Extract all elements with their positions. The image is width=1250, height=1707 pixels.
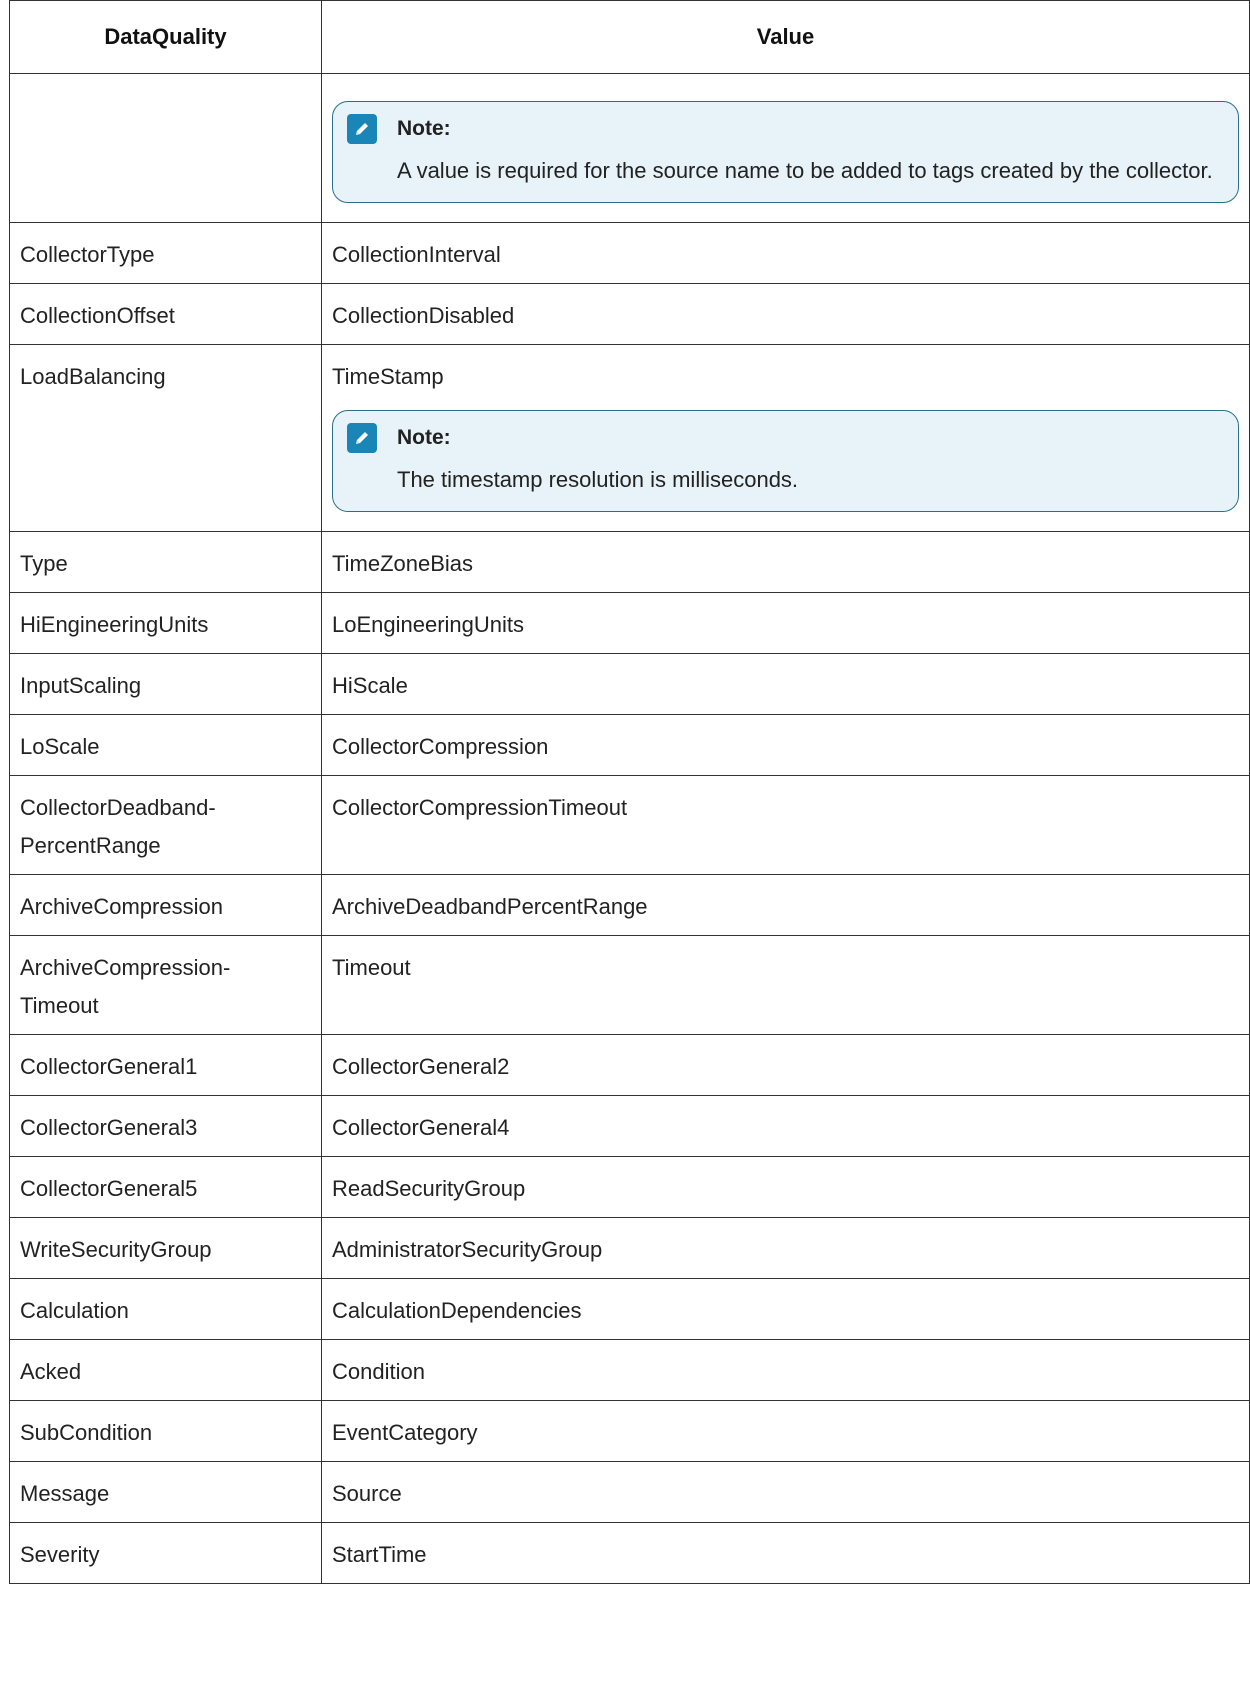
table-row: CollectorGeneral1 CollectorGeneral2 [9, 1034, 1250, 1096]
value-cell: AdministratorSecurityGroup [321, 1217, 1250, 1279]
table-row: Note: A value is required for the source… [9, 73, 1250, 223]
dataquality-cell: CollectorGeneral1 [9, 1034, 322, 1096]
value-text: ReadSecurityGroup [332, 1176, 526, 1201]
value-cell: LoEngineeringUnits [321, 592, 1250, 654]
table-row: SubCondition EventCategory [9, 1400, 1250, 1462]
dataquality-cell: CollectorGeneral5 [9, 1156, 322, 1218]
table-row: LoadBalancing TimeStamp Note: The timesta… [9, 344, 1250, 532]
dataquality-cell: CollectorType [9, 222, 322, 284]
table-row: ArchiveCompression ArchiveDeadbandPercent… [9, 874, 1250, 936]
dataquality-cell [9, 73, 322, 223]
value-text: CollectionDisabled [332, 303, 515, 328]
value-cell: StartTime [321, 1522, 1250, 1584]
note-label: Note: [397, 117, 451, 140]
table-header-row: DataQuality Value [9, 0, 1250, 74]
dataquality-cell: LoScale [9, 714, 322, 776]
value-cell: Note: A value is required for the source… [321, 73, 1250, 223]
dataquality-cell: CollectionOffset [9, 283, 322, 345]
table-row: Acked Condition [9, 1339, 1250, 1401]
table-row: CollectorGeneral5 ReadSecurityGroup [9, 1156, 1250, 1218]
value-cell: CollectorCompression [321, 714, 1250, 776]
dataquality-cell: Calculation [9, 1278, 322, 1340]
dataquality-cell: Type [9, 531, 322, 593]
value-cell: CollectionInterval [321, 222, 1250, 284]
dataquality-cell: CollectorGeneral3 [9, 1095, 322, 1157]
dataquality-cell: SubCondition [9, 1400, 322, 1462]
value-text: TimeStamp [332, 364, 444, 389]
table-row: CollectorType CollectionInterval [9, 222, 1250, 284]
value-text: ArchiveDeadbandPercentRange [332, 894, 648, 919]
data-table: DataQuality Value Note: A value is requi… [9, 0, 1250, 1584]
table-row: Calculation CalculationDependencies [9, 1278, 1250, 1340]
value-cell: Timeout [321, 935, 1250, 1035]
value-cell: CalculationDependencies [321, 1278, 1250, 1340]
table-row: Message Source [9, 1461, 1250, 1523]
value-cell: Source [321, 1461, 1250, 1523]
dataquality-cell: Severity [9, 1522, 322, 1584]
value-cell: TimeZoneBias [321, 531, 1250, 593]
value-text: AdministratorSecurityGroup [332, 1237, 603, 1262]
table-row: CollectorGeneral3 CollectorGeneral4 [9, 1095, 1250, 1157]
table-row: WriteSecurityGroup AdministratorSecurityG… [9, 1217, 1250, 1279]
dataquality-cell: InputScaling [9, 653, 322, 715]
note-text: The timestamp resolution is milliseconds… [397, 467, 799, 492]
value-text: CollectorCompressionTimeout [332, 795, 628, 820]
value-cell: CollectorGeneral2 [321, 1034, 1250, 1096]
value-cell: ReadSecurityGroup [321, 1156, 1250, 1218]
note-callout: Note: The timestamp resolution is millis… [332, 410, 1239, 512]
dataquality-cell: LoadBalancing [9, 344, 322, 532]
column-header-value: Value [321, 0, 1250, 74]
value-text: HiScale [332, 673, 408, 698]
column-header-dataquality: DataQuality [9, 0, 322, 74]
dataquality-cell: WriteSecurityGroup [9, 1217, 322, 1279]
dataquality-cell: CollectorDeadband- PercentRange [9, 775, 322, 875]
dataquality-cell: HiEngineeringUnits [9, 592, 322, 654]
value-cell: EventCategory [321, 1400, 1250, 1462]
value-cell: HiScale [321, 653, 1250, 715]
table-row: HiEngineeringUnits LoEngineeringUnits [9, 592, 1250, 654]
value-cell: CollectorGeneral4 [321, 1095, 1250, 1157]
value-text: EventCategory [332, 1420, 478, 1445]
dataquality-cell: ArchiveCompression- Timeout [9, 935, 322, 1035]
value-text: Condition [332, 1359, 425, 1384]
table-row: ArchiveCompression- Timeout Timeout [9, 935, 1250, 1035]
value-text: CollectorGeneral4 [332, 1115, 510, 1140]
dataquality-cell: ArchiveCompression [9, 874, 322, 936]
table-row: CollectorDeadband- PercentRange CollectorC… [9, 775, 1250, 875]
value-text: Timeout [332, 955, 411, 980]
note-label: Note: [397, 426, 451, 449]
value-text: LoEngineeringUnits [332, 612, 525, 637]
value-text: Source [332, 1481, 402, 1506]
value-cell: Condition [321, 1339, 1250, 1401]
value-text: StartTime [332, 1542, 427, 1567]
note-callout: Note: A value is required for the source… [332, 101, 1239, 203]
table-row: Type TimeZoneBias [9, 531, 1250, 593]
table-row: InputScaling HiScale [9, 653, 1250, 715]
pencil-icon [347, 423, 377, 453]
value-text: CollectionInterval [332, 242, 501, 267]
value-cell: TimeStamp Note: The timestamp resolution… [321, 344, 1250, 532]
value-text: TimeZoneBias [332, 551, 474, 576]
value-cell: ArchiveDeadbandPercentRange [321, 874, 1250, 936]
pencil-icon [347, 114, 377, 144]
dataquality-cell: Message [9, 1461, 322, 1523]
value-cell: CollectorCompressionTimeout [321, 775, 1250, 875]
note-text: A value is required for the source name … [397, 158, 1213, 183]
dataquality-cell: Acked [9, 1339, 322, 1401]
value-text: CalculationDependencies [332, 1298, 582, 1323]
value-text: CollectorGeneral2 [332, 1054, 510, 1079]
value-text: CollectorCompression [332, 734, 549, 759]
table-row: Severity StartTime [9, 1522, 1250, 1584]
table-row: LoScale CollectorCompression [9, 714, 1250, 776]
table-row: CollectionOffset CollectionDisabled [9, 283, 1250, 345]
value-cell: CollectionDisabled [321, 283, 1250, 345]
